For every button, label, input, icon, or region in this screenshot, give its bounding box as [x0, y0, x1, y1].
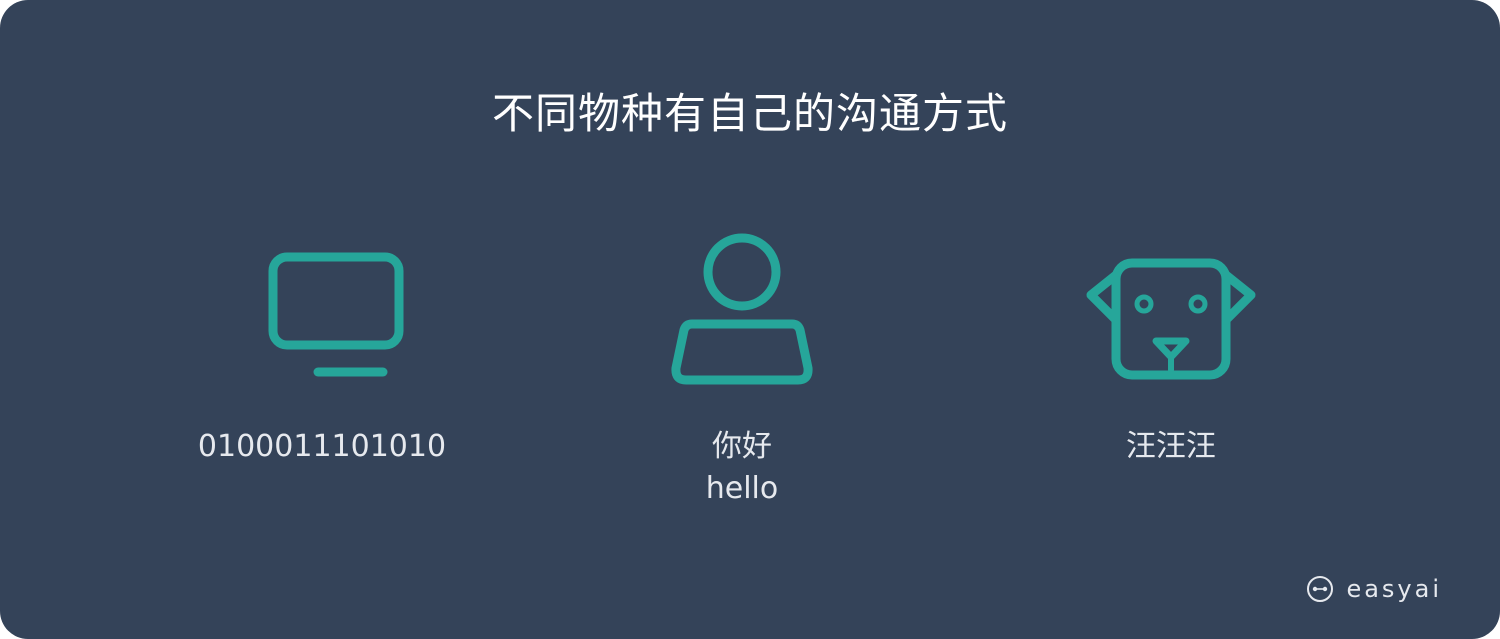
dog-column: 汪汪汪	[991, 220, 1351, 468]
computer-label: 0100011101010	[197, 429, 447, 464]
dog-face-icon	[1086, 258, 1256, 380]
dog-label: 汪汪汪	[1126, 429, 1216, 464]
computer-column: 0100011101010	[142, 220, 502, 468]
human-label: 你好	[712, 429, 772, 464]
brand-name: easyai	[1346, 575, 1442, 603]
human-sublabel: hello	[705, 471, 779, 506]
diagram-canvas: 不同物种有自己的沟通方式 0100011101010 你好 hello 汪汪汪 …	[0, 0, 1500, 639]
computer-monitor-icon	[268, 252, 404, 377]
person-icon	[671, 233, 813, 385]
easyai-logo-icon	[1307, 576, 1334, 602]
page-title: 不同物种有自己的沟通方式	[491, 89, 1008, 138]
brand: easyai	[1306, 575, 1442, 603]
human-column: 你好 hello	[562, 220, 922, 510]
